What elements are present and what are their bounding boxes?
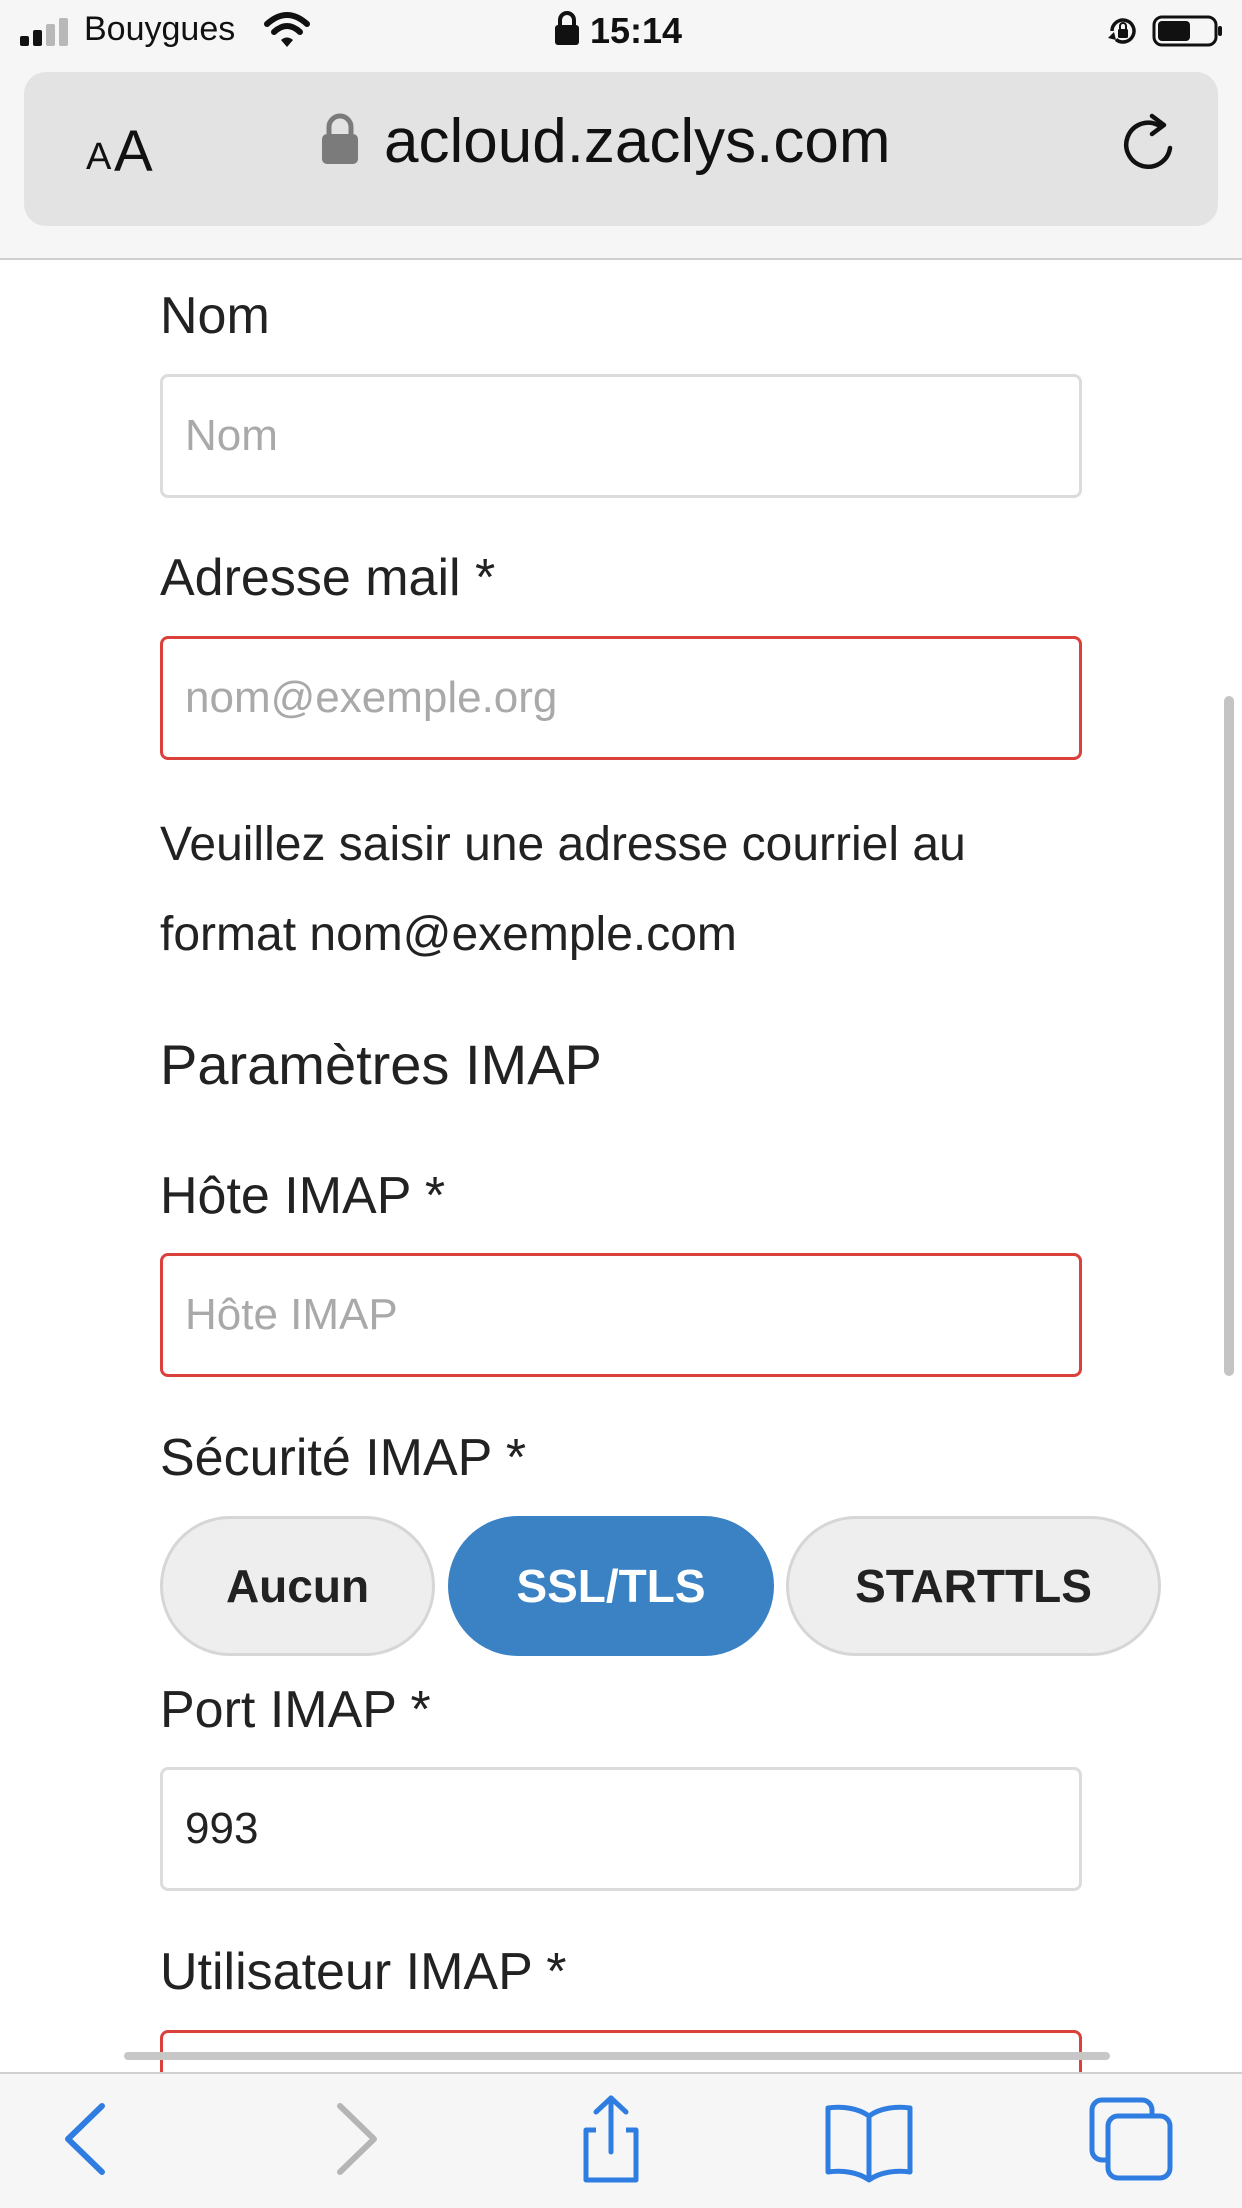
address-bar[interactable]: A A acloud.zaclys.com — [24, 72, 1218, 226]
lock-icon — [555, 11, 579, 45]
reload-icon[interactable] — [1114, 110, 1184, 180]
security-option-ssl-tls[interactable]: SSL/TLS — [448, 1516, 774, 1656]
bookmarks-icon[interactable] — [824, 2094, 914, 2184]
imap-user-label: Utilisateur IMAP * — [160, 1943, 567, 2001]
security-option-aucun[interactable]: Aucun — [160, 1516, 435, 1656]
text-size-button[interactable]: A A — [64, 112, 184, 184]
imap-port-input[interactable] — [160, 1767, 1082, 1891]
battery-icon — [1152, 15, 1222, 47]
nom-input[interactable] — [160, 374, 1082, 498]
clock: 15:14 — [590, 10, 683, 51]
rotation-lock-icon — [1108, 18, 1136, 44]
browser-toolbar: A A acloud.zaclys.com — [0, 62, 1242, 260]
status-bar: Bouygues 15:14 — [0, 0, 1242, 62]
back-icon[interactable] — [42, 2094, 132, 2184]
scrollbar[interactable] — [1224, 696, 1234, 1376]
forward-icon[interactable] — [310, 2094, 400, 2184]
email-label: Adresse mail * — [160, 549, 496, 607]
imap-section-title: Paramètres IMAP — [160, 1033, 602, 1096]
imap-host-label: Hôte IMAP * — [160, 1167, 446, 1225]
security-option-starttls[interactable]: STARTTLS — [786, 1516, 1161, 1656]
signal-icon — [20, 18, 74, 46]
carrier-name: Bouygues — [84, 10, 236, 48]
imap-security-label: Sécurité IMAP * — [160, 1429, 527, 1487]
email-input[interactable] — [160, 636, 1082, 760]
share-icon[interactable] — [566, 2094, 656, 2184]
nom-label: Nom — [160, 287, 270, 345]
wifi-icon — [264, 12, 310, 47]
imap-host-input[interactable] — [160, 1253, 1082, 1377]
email-hint: Veuillez saisir une adresse courriel au … — [160, 818, 966, 961]
scroll-indicator — [124, 2052, 1110, 2060]
tabs-icon[interactable] — [1086, 2094, 1176, 2184]
url-text[interactable]: acloud.zaclys.com — [384, 106, 891, 177]
imap-port-label: Port IMAP * — [160, 1681, 431, 1739]
secure-lock-icon — [322, 113, 358, 164]
